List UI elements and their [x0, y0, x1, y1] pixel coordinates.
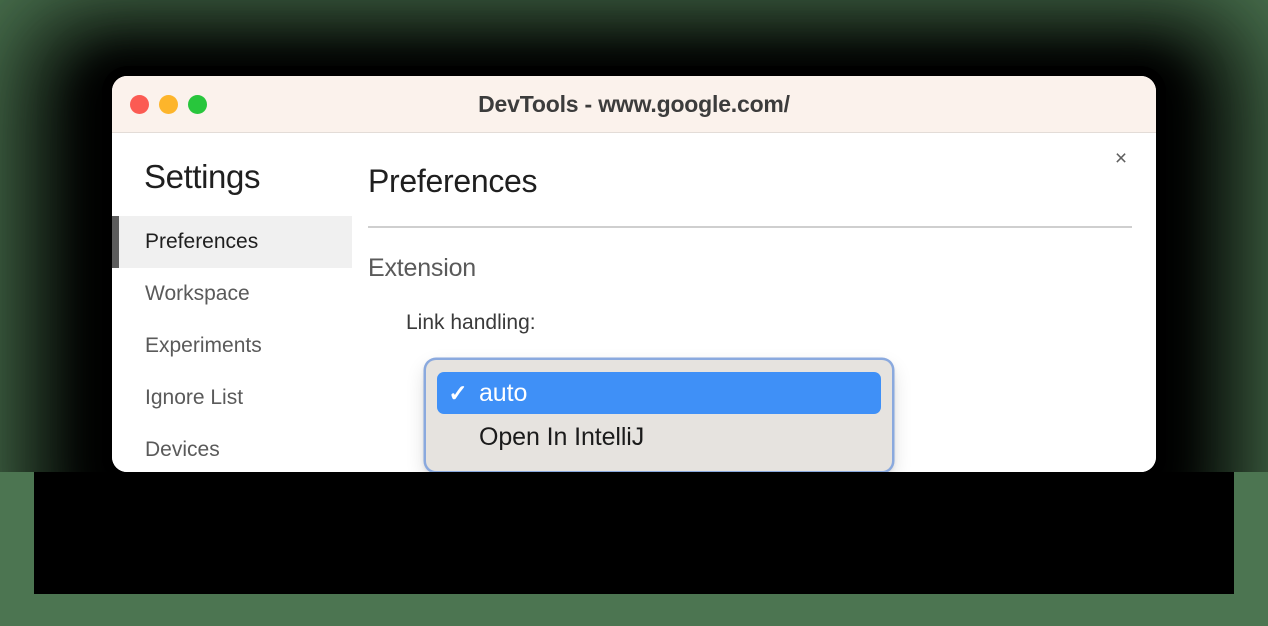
sidebar-item-preferences[interactable]: Preferences: [112, 216, 352, 268]
screen: DevTools - www.google.com/ × Settings Pr…: [0, 0, 1268, 626]
checkmark-icon: ✓: [448, 379, 468, 406]
sidebar-item-experiments[interactable]: Experiments: [112, 320, 352, 372]
window-titlebar: DevTools - www.google.com/: [112, 76, 1156, 133]
sidebar-item-label: Preferences: [145, 230, 259, 253]
sidebar-item-ignore-list[interactable]: Ignore List: [112, 372, 352, 424]
section-title-extension: Extension: [368, 254, 476, 282]
dropdown-option-open-in-intellij[interactable]: Open In IntelliJ: [437, 416, 881, 458]
sidebar-item-devices[interactable]: Devices: [112, 424, 352, 472]
link-handling-dropdown-menu[interactable]: ✓ auto Open In IntelliJ: [426, 360, 892, 471]
settings-sidebar: Settings Preferences Workspace Experimen…: [112, 133, 352, 472]
dropdown-option-label: Open In IntelliJ: [479, 422, 645, 451]
sidebar-item-label: Experiments: [145, 334, 262, 357]
window-title: DevTools - www.google.com/: [478, 91, 790, 117]
zoom-window-button[interactable]: [188, 94, 207, 114]
dropdown-option-label: auto: [479, 378, 528, 407]
traffic-light-group: [130, 94, 207, 114]
page-background-bottom: [0, 594, 1268, 626]
sidebar-title: Settings: [144, 158, 261, 195]
sidebar-item-label: Ignore List: [145, 386, 244, 409]
close-window-button[interactable]: [130, 94, 149, 114]
page-title: Preferences: [368, 163, 538, 199]
page-background-right: [1234, 472, 1268, 626]
link-handling-label: Link handling:: [406, 311, 536, 334]
link-handling-field-row: Link handling:: [368, 311, 1156, 335]
page-background-left: [0, 472, 34, 626]
minimize-window-button[interactable]: [159, 94, 178, 114]
sidebar-item-list: Preferences Workspace Experiments Ignore…: [112, 216, 352, 472]
sidebar-item-workspace[interactable]: Workspace: [112, 268, 352, 320]
sidebar-item-label: Workspace: [145, 282, 250, 305]
title-divider: [368, 226, 1132, 228]
sidebar-item-label: Devices: [145, 438, 220, 461]
dropdown-option-auto[interactable]: ✓ auto: [437, 372, 881, 414]
